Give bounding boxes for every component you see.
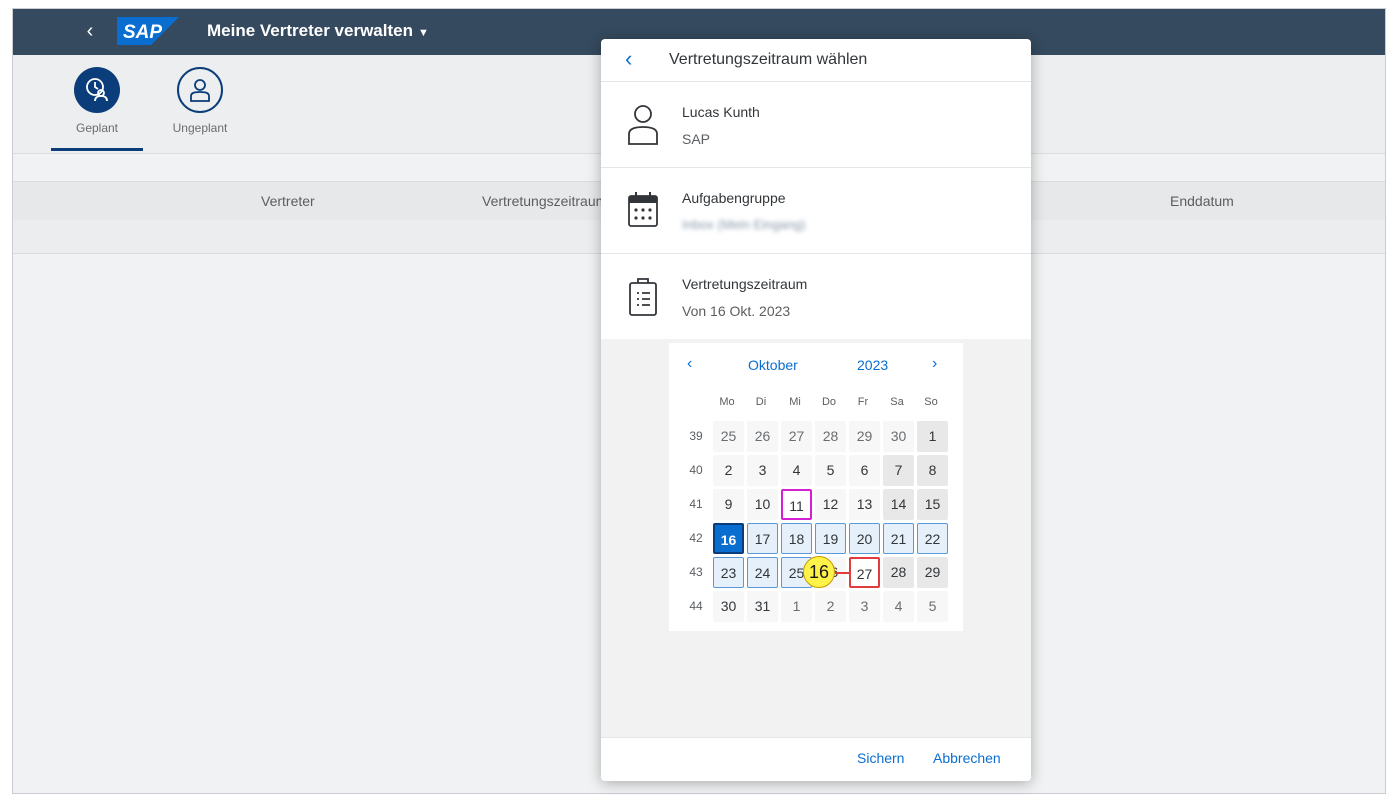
calendar-day[interactable]: 1 bbox=[917, 421, 948, 452]
calendar-day[interactable]: 3 bbox=[849, 591, 880, 622]
back-chevron-icon[interactable]: ‹ bbox=[79, 20, 101, 42]
calendar-day[interactable]: 2 bbox=[713, 455, 744, 486]
step-annotation-badge: 16 bbox=[803, 556, 835, 588]
dialog-header: ‹ Vertretungszeitraum wählen bbox=[601, 39, 1031, 82]
weekday-header: Di bbox=[755, 396, 767, 408]
calendar-day[interactable]: 19 bbox=[815, 523, 846, 554]
save-button[interactable]: Sichern bbox=[857, 750, 904, 766]
week-number: 41 bbox=[689, 497, 703, 511]
calendar-day[interactable]: 21 bbox=[883, 523, 914, 554]
app-title: Meine Vertreter verwalten bbox=[207, 21, 413, 40]
calendar-day[interactable]: 26 bbox=[747, 421, 778, 452]
calendar-day[interactable]: 4 bbox=[883, 591, 914, 622]
calendar-day[interactable]: 27 bbox=[781, 421, 812, 452]
weekday-header: Do bbox=[821, 396, 837, 408]
weekday-header: Mo bbox=[719, 396, 735, 408]
year-picker-button[interactable]: 2023 bbox=[857, 357, 888, 373]
calendar-day[interactable]: 30 bbox=[883, 421, 914, 452]
calendar-day[interactable]: 27 bbox=[849, 557, 880, 588]
week-number: 39 bbox=[689, 429, 703, 443]
calendar-day[interactable]: 15 bbox=[917, 489, 948, 520]
calendar-day[interactable]: 13 bbox=[849, 489, 880, 520]
person-icon bbox=[628, 105, 658, 145]
tab-geplant[interactable]: Geplant bbox=[57, 67, 137, 135]
sap-logo-text: SAP bbox=[123, 22, 162, 43]
dialog-footer: Sichern Abbrechen bbox=[601, 737, 1031, 781]
clipboard-list-icon bbox=[629, 278, 657, 316]
calendar-day[interactable]: 30 bbox=[713, 591, 744, 622]
calendar-day[interactable]: 5 bbox=[815, 455, 846, 486]
calendar-day[interactable]: 14 bbox=[883, 489, 914, 520]
column-header-vertretungszeitraum[interactable]: Vertretungszeitraum bbox=[482, 193, 607, 209]
calendar-day[interactable]: 20 bbox=[849, 523, 880, 554]
annotation-connector bbox=[835, 572, 850, 574]
calendar-day[interactable]: 3 bbox=[747, 455, 778, 486]
active-tab-indicator bbox=[51, 148, 143, 151]
list-item-period[interactable]: Vertretungszeitraum Von 16 Okt. 2023 bbox=[601, 254, 1031, 340]
weekday-header: Sa bbox=[890, 396, 904, 408]
person-icon bbox=[177, 67, 223, 113]
week-number: 44 bbox=[689, 599, 703, 613]
caret-down-icon: ▼ bbox=[417, 27, 429, 39]
sap-logo: SAP bbox=[117, 17, 179, 45]
task-group-value: Inbox (Mein Eingang) bbox=[682, 217, 806, 232]
calendar-day[interactable]: 25 bbox=[713, 421, 744, 452]
weekday-header: Mi bbox=[789, 396, 801, 408]
calendar-day[interactable]: 8 bbox=[917, 455, 948, 486]
calendar-day[interactable]: 17 bbox=[747, 523, 778, 554]
substitute-company: SAP bbox=[682, 131, 711, 147]
substitute-name: Lucas Kunth bbox=[682, 104, 760, 120]
calendar-day[interactable]: 5 bbox=[917, 591, 948, 622]
app-title-menu[interactable]: Meine Vertreter verwalten ▼ bbox=[207, 21, 429, 41]
calendar-day[interactable]: 11 bbox=[781, 489, 812, 520]
calendar-day[interactable]: 23 bbox=[713, 557, 744, 588]
calendar-day[interactable]: 12 bbox=[815, 489, 846, 520]
list-item-substitute[interactable]: Lucas Kunth SAP bbox=[601, 82, 1031, 168]
calendar-day[interactable]: 31 bbox=[747, 591, 778, 622]
tab-ungeplant-label: Ungeplant bbox=[172, 121, 228, 135]
period-label: Vertretungszeitraum bbox=[682, 276, 808, 292]
calendar-day[interactable]: 2 bbox=[815, 591, 846, 622]
calendar-day[interactable]: 18 bbox=[781, 523, 812, 554]
tab-ungeplant[interactable]: Ungeplant bbox=[160, 67, 240, 135]
tab-geplant-label: Geplant bbox=[75, 121, 119, 135]
calendar-day[interactable]: 29 bbox=[849, 421, 880, 452]
calendar-day[interactable]: 6 bbox=[849, 455, 880, 486]
week-number: 40 bbox=[689, 463, 703, 477]
previous-month-icon[interactable]: ‹ bbox=[687, 355, 692, 373]
planned-substitute-icon bbox=[74, 67, 120, 113]
calendar-day[interactable]: 28 bbox=[815, 421, 846, 452]
back-chevron-icon[interactable]: ‹ bbox=[625, 48, 647, 70]
calendar-day[interactable]: 24 bbox=[747, 557, 778, 588]
weekday-header: So bbox=[924, 396, 938, 408]
period-value: Von 16 Okt. 2023 bbox=[682, 303, 791, 319]
calendar-day[interactable]: 4 bbox=[781, 455, 812, 486]
week-number: 43 bbox=[689, 565, 703, 579]
weekday-header: Fr bbox=[857, 396, 869, 408]
list-item-task-group[interactable]: Aufgabengruppe Inbox (Mein Eingang) bbox=[601, 168, 1031, 254]
calendar-area: ‹ Oktober 2023 › Mo Di Mi Do Fr Sa So 39 25 26 27 2… bbox=[601, 339, 1031, 739]
period-dialog: ‹ Vertretungszeitraum wählen Lucas Kunth… bbox=[601, 39, 1031, 781]
column-header-enddatum[interactable]: Enddatum bbox=[1170, 193, 1234, 209]
calendar-day[interactable]: 22 bbox=[917, 523, 948, 554]
dialog-title: Vertretungszeitraum wählen bbox=[669, 51, 868, 68]
calendar-day[interactable]: 16 bbox=[713, 523, 744, 554]
cancel-button[interactable]: Abbrechen bbox=[933, 750, 1001, 766]
calendar-day[interactable]: 7 bbox=[883, 455, 914, 486]
calendar-day[interactable]: 1 bbox=[781, 591, 812, 622]
next-month-icon[interactable]: › bbox=[932, 355, 937, 373]
column-header-vertreter[interactable]: Vertreter bbox=[261, 193, 315, 209]
calendar-day[interactable]: 28 bbox=[883, 557, 914, 588]
calendar-day[interactable]: 10 bbox=[747, 489, 778, 520]
calendar-day[interactable]: 9 bbox=[713, 489, 744, 520]
week-number: 42 bbox=[689, 531, 703, 545]
month-picker-button[interactable]: Oktober bbox=[748, 357, 798, 373]
calendar-day[interactable]: 29 bbox=[917, 557, 948, 588]
task-group-label: Aufgabengruppe bbox=[682, 190, 786, 206]
calendar-icon bbox=[628, 192, 658, 227]
